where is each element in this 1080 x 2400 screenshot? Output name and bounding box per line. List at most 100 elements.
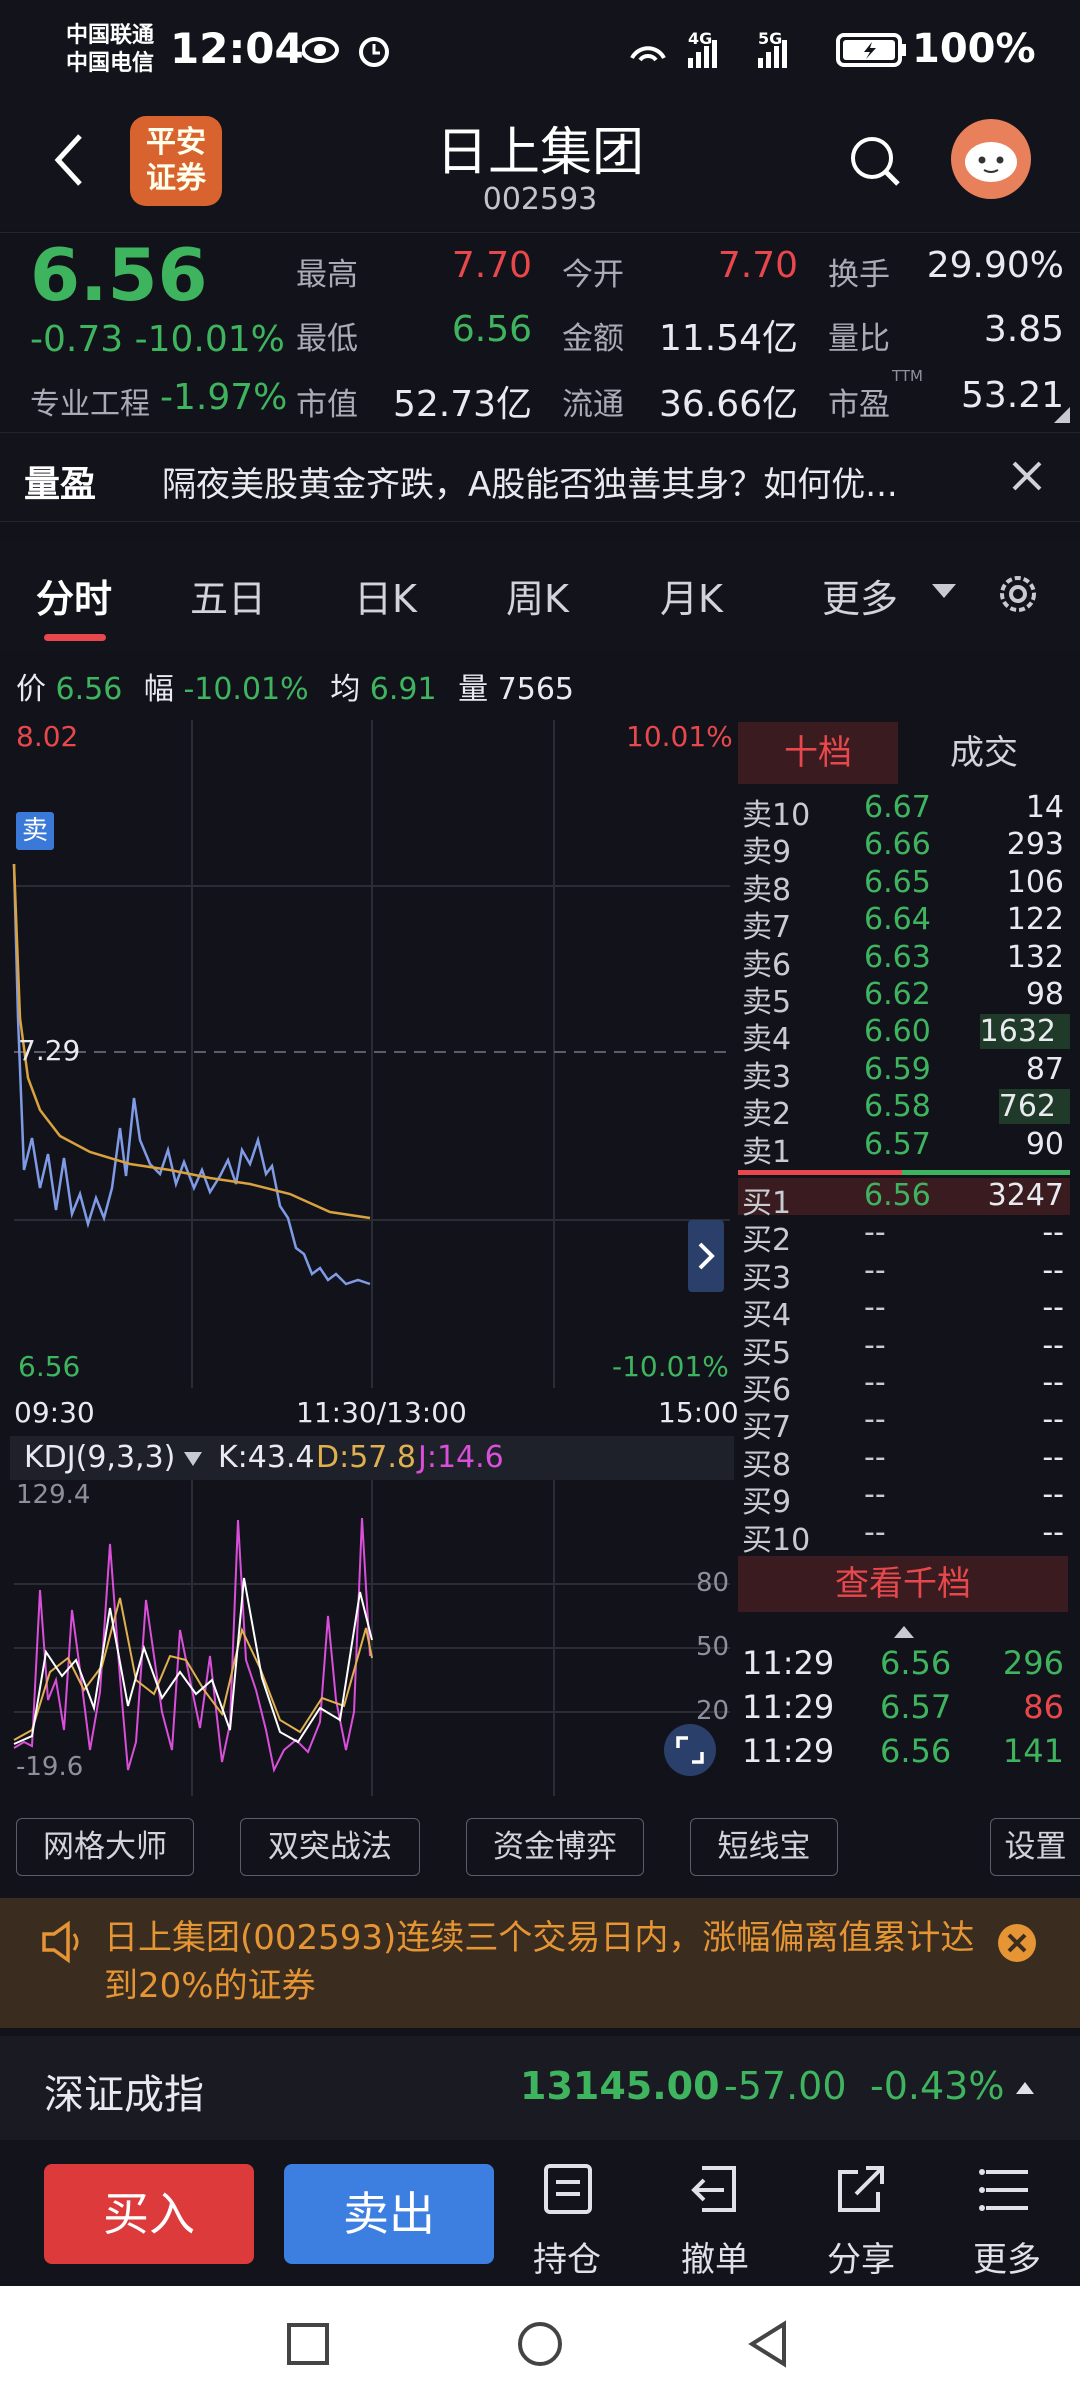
ask-row[interactable]: 卖4 6.60 1632 bbox=[738, 1014, 1070, 1057]
signal-icons: 4G 5G bbox=[630, 29, 787, 68]
ask-price: 6.59 bbox=[864, 1051, 931, 1087]
tab-intraday[interactable]: 分时 bbox=[36, 568, 112, 623]
cancel-order-button[interactable]: 撤单 bbox=[660, 2160, 770, 2280]
ask-row[interactable]: 卖9 6.66 293 bbox=[738, 827, 1070, 870]
bid-volume: -- bbox=[1042, 1215, 1064, 1251]
bid-row[interactable]: 买7 -- -- bbox=[738, 1402, 1070, 1445]
tab-more[interactable]: 更多 bbox=[822, 568, 898, 623]
high-value: 7.70 bbox=[451, 245, 532, 286]
ask-row[interactable]: 卖3 6.59 87 bbox=[738, 1051, 1070, 1095]
news-text[interactable]: 隔夜美股黄金齐跌，A股能否独善其身？如何优... bbox=[162, 457, 898, 506]
more-button[interactable]: 更多 bbox=[952, 2160, 1062, 2280]
view-depth-button[interactable]: 查看千档 bbox=[738, 1556, 1068, 1612]
close-notice-icon[interactable] bbox=[996, 1922, 1038, 1964]
gear-icon[interactable] bbox=[994, 570, 1042, 618]
ask-row[interactable]: 卖1 6.57 90 bbox=[738, 1127, 1070, 1170]
sell-button[interactable]: 卖出 bbox=[284, 2164, 494, 2264]
battery-icon bbox=[836, 33, 906, 67]
buy-button[interactable]: 买入 bbox=[44, 2164, 254, 2264]
bid-row[interactable]: 买3 -- -- bbox=[738, 1252, 1070, 1296]
home-circle-icon[interactable] bbox=[516, 2320, 564, 2368]
kdj-chart[interactable]: 129.4 -19.6 80 50 20 bbox=[10, 1480, 734, 1796]
grid-master-button[interactable]: 网格大师 bbox=[16, 1818, 194, 1876]
ask-row[interactable]: 卖6 6.63 132 bbox=[738, 940, 1070, 983]
tab-day-k[interactable]: 日K bbox=[354, 568, 417, 623]
bid-row[interactable]: 买9 -- -- bbox=[738, 1477, 1070, 1520]
back-triangle-icon[interactable] bbox=[746, 2320, 790, 2368]
bid-price: -- bbox=[864, 1477, 886, 1513]
index-pct: -0.43% bbox=[870, 2064, 1005, 2108]
tab-week-k[interactable]: 周K bbox=[506, 568, 569, 623]
cancel-order-label: 撤单 bbox=[681, 2240, 749, 2280]
tab-trades[interactable]: 成交 bbox=[898, 722, 1070, 784]
bid-level-label: 买10 bbox=[742, 1522, 811, 1558]
bid-row[interactable]: 买4 -- -- bbox=[738, 1290, 1070, 1333]
bid-price: -- bbox=[864, 1514, 886, 1550]
axis-top-price: 8.02 bbox=[16, 720, 79, 753]
share-label: 分享 bbox=[827, 2240, 895, 2280]
tab-month-k[interactable]: 月K bbox=[660, 568, 723, 623]
index-ticker[interactable]: 深证成指 13145.00 -57.00 -0.43% bbox=[0, 2036, 1080, 2140]
info-avg: 6.91 bbox=[369, 672, 437, 707]
tab-active-indicator bbox=[44, 634, 106, 641]
tab-ten-levels[interactable]: 十档 bbox=[738, 722, 898, 784]
double-break-button[interactable]: 双突战法 bbox=[240, 1818, 420, 1876]
sector-label[interactable]: 专业工程 bbox=[30, 379, 150, 423]
close-icon[interactable] bbox=[1010, 459, 1044, 493]
news-banner[interactable]: 量盈 隔夜美股黄金齐跌，A股能否独善其身？如何优... bbox=[0, 432, 1080, 522]
bid-row[interactable]: 买6 -- -- bbox=[738, 1365, 1070, 1408]
time-mid: 11:30/13:00 bbox=[296, 1396, 467, 1429]
intraday-chart[interactable]: 8.02 10.01% 7.29 6.56 -10.01% 卖 bbox=[10, 718, 734, 1435]
expand-up-icon[interactable] bbox=[1014, 2080, 1036, 2096]
float-cap-label: 流通 bbox=[562, 387, 624, 423]
trade-row[interactable]: 11:29 6.57 86 bbox=[738, 1688, 1070, 1726]
sell-marker[interactable]: 卖 bbox=[16, 812, 54, 850]
ask-row[interactable]: 卖2 6.58 762 bbox=[738, 1089, 1070, 1132]
kdj-label[interactable]: KDJ(9,3,3) bbox=[24, 1440, 175, 1475]
settings-button[interactable]: 设置 bbox=[990, 1818, 1080, 1876]
axis-bottom-pct: -10.01% bbox=[612, 1350, 729, 1383]
quote-panel: 6.56 -0.73 -10.01% 专业工程 -1.97% 最高 7.70 今… bbox=[0, 232, 1080, 428]
recents-square-icon[interactable] bbox=[286, 2322, 330, 2366]
ask-row[interactable]: 卖10 6.67 14 bbox=[738, 790, 1070, 833]
bid-price: -- bbox=[864, 1215, 886, 1251]
share-icon bbox=[838, 2166, 884, 2212]
tab-five-day[interactable]: 五日 bbox=[190, 568, 266, 623]
bid-row[interactable]: 买10 -- -- bbox=[738, 1514, 1070, 1558]
collapse-up-icon[interactable] bbox=[892, 1624, 916, 1640]
ask-row[interactable]: 卖8 6.65 106 bbox=[738, 865, 1070, 908]
bid-row[interactable]: 买8 -- -- bbox=[738, 1440, 1070, 1483]
bid-row[interactable]: 买2 -- -- bbox=[738, 1215, 1070, 1258]
bid-row[interactable]: 买5 -- -- bbox=[738, 1328, 1070, 1371]
bid-row[interactable]: 买1 6.56 3247 bbox=[738, 1178, 1070, 1221]
positions-button[interactable]: 持仓 bbox=[512, 2160, 622, 2280]
dropdown-icon[interactable] bbox=[930, 582, 958, 602]
assistant-avatar-icon[interactable] bbox=[950, 118, 1032, 200]
bid-price: -- bbox=[864, 1365, 886, 1400]
ask-row[interactable]: 卖7 6.64 122 bbox=[738, 902, 1070, 945]
fullscreen-button[interactable] bbox=[664, 1724, 716, 1776]
axis-mid-price: 7.29 bbox=[18, 1034, 81, 1067]
kdj-header[interactable]: KDJ(9,3,3) K:43.4 D:57.8 J:14.6 bbox=[10, 1436, 734, 1480]
kdj-dropdown-icon[interactable] bbox=[182, 1450, 204, 1468]
trade-row[interactable]: 11:29 6.56 141 bbox=[738, 1732, 1070, 1770]
expand-panel-button[interactable] bbox=[688, 1220, 724, 1292]
search-icon[interactable] bbox=[846, 132, 906, 192]
chart-svg bbox=[12, 720, 730, 1435]
bid-volume: 3247 bbox=[987, 1178, 1064, 1213]
trade-row[interactable]: 11:29 6.56 296 bbox=[738, 1644, 1070, 1682]
expand-corner-icon[interactable] bbox=[1052, 405, 1072, 425]
clock: 12:04 bbox=[170, 24, 304, 73]
index-value: 13145.00 bbox=[520, 2064, 720, 2108]
fund-game-button[interactable]: 资金博弈 bbox=[466, 1818, 644, 1876]
share-button[interactable]: 分享 bbox=[806, 2160, 916, 2280]
market-cap-value: 52.73亿 bbox=[392, 384, 532, 425]
market-cap-label: 市值 bbox=[296, 387, 358, 423]
info-price: 6.56 bbox=[55, 672, 123, 707]
trade-bar: 买入 卖出 持仓 撤单 分享 更多 bbox=[0, 2142, 1080, 2286]
bid-price: -- bbox=[864, 1252, 886, 1288]
ask-row[interactable]: 卖5 6.62 98 bbox=[738, 977, 1070, 1020]
ask-volume: 87 bbox=[1025, 1051, 1064, 1087]
short-term-button[interactable]: 短线宝 bbox=[690, 1818, 838, 1876]
trade-volume: 86 bbox=[1023, 1688, 1064, 1726]
